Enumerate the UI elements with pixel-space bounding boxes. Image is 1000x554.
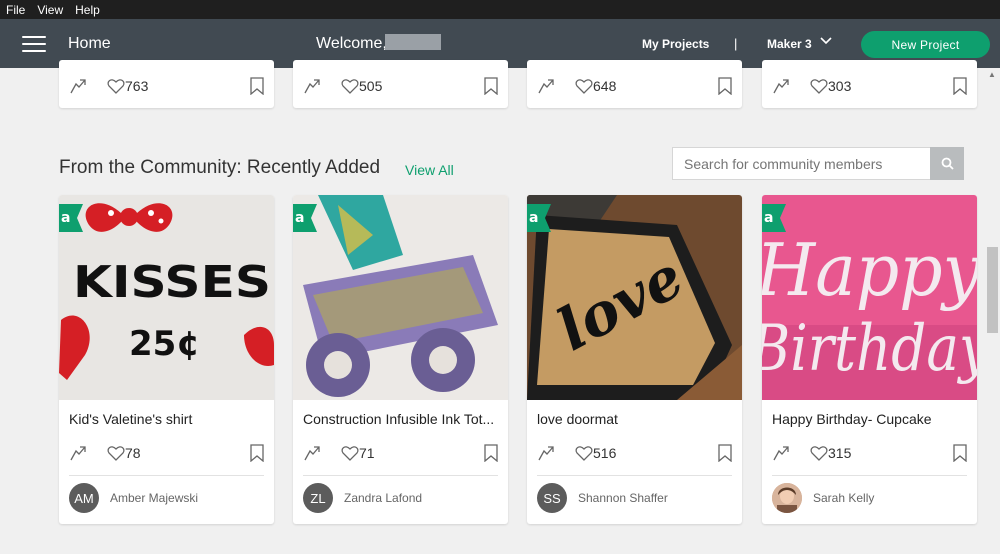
heart-icon[interactable] [810, 445, 828, 461]
redacted-username [385, 34, 441, 50]
card-divider [303, 475, 498, 476]
like-count: 505 [359, 78, 383, 94]
avatar[interactable]: ZL [303, 483, 333, 513]
svg-text:a: a [764, 210, 773, 226]
share-icon[interactable] [303, 78, 321, 94]
maker-badge-icon: a [527, 204, 551, 232]
bookmark-icon[interactable] [953, 77, 967, 95]
bookmark-icon[interactable] [250, 444, 264, 462]
share-icon[interactable] [537, 78, 555, 94]
community-search-input[interactable] [672, 147, 930, 180]
heart-icon[interactable] [341, 445, 359, 461]
bookmark-icon[interactable] [250, 77, 264, 95]
maker-badge-icon: a [59, 204, 83, 232]
profile-photo [772, 483, 802, 513]
menu-help[interactable]: Help [75, 3, 100, 17]
bookmark-icon[interactable] [484, 444, 498, 462]
like-count: 648 [593, 78, 617, 94]
like-count: 763 [125, 78, 149, 94]
machine-selector[interactable]: Maker 3 [767, 37, 812, 51]
view-all-link[interactable]: View All [405, 162, 454, 178]
card-divider [772, 475, 967, 476]
my-projects-link[interactable]: My Projects [642, 37, 709, 51]
card-divider [537, 475, 732, 476]
like-count: 71 [359, 445, 375, 461]
project-image[interactable]: KISSES 25¢ a [59, 195, 274, 400]
avatar[interactable]: AM [69, 483, 99, 513]
welcome-text: Welcome, [316, 35, 387, 52]
svg-text:a: a [529, 210, 538, 226]
community-card[interactable]: a Construction Infusible Ink Tot... 71 Z… [293, 195, 508, 524]
heart-icon[interactable] [575, 78, 593, 94]
avatar[interactable]: SS [537, 483, 567, 513]
maker-badge-icon: a [293, 204, 317, 232]
bookmark-icon[interactable] [484, 77, 498, 95]
image-text-happy: Happy [762, 228, 977, 312]
like-count: 78 [125, 445, 141, 461]
community-card[interactable]: Happy Birthday a Happy Birthday- Cupcake… [762, 195, 977, 524]
share-icon[interactable] [772, 445, 790, 461]
project-title[interactable]: Construction Infusible Ink Tot... [303, 411, 494, 427]
share-icon[interactable] [772, 78, 790, 94]
heart-icon[interactable] [107, 78, 125, 94]
like-count: 303 [828, 78, 852, 94]
avatar[interactable] [772, 483, 802, 513]
scrollbar-thumb[interactable] [987, 247, 998, 333]
header-separator: | [734, 36, 738, 51]
project-title[interactable]: Happy Birthday- Cupcake [772, 411, 932, 427]
image-text-birthday: Birthday [762, 312, 977, 386]
user-name[interactable]: Amber Majewski [110, 491, 198, 505]
user-name[interactable]: Sarah Kelly [813, 491, 874, 505]
scroll-up-arrow-icon[interactable]: ▲ [988, 70, 996, 79]
project-image[interactable]: a [293, 195, 508, 400]
heart-icon[interactable] [107, 445, 125, 461]
chevron-down-icon[interactable] [820, 35, 832, 47]
menu-bar: File View Help [0, 0, 1000, 19]
share-icon[interactable] [69, 445, 87, 461]
user-name[interactable]: Shannon Shaffer [578, 491, 668, 505]
project-title[interactable]: Kid's Valetine's shirt [69, 411, 192, 427]
project-image[interactable]: Happy Birthday a [762, 195, 977, 400]
project-title[interactable]: love doormat [537, 411, 618, 427]
menu-file[interactable]: File [6, 3, 25, 17]
bookmark-icon[interactable] [718, 77, 732, 95]
bookmark-icon[interactable] [953, 444, 967, 462]
user-name[interactable]: Zandra Lafond [344, 491, 422, 505]
section-title: From the Community: Recently Added [59, 157, 381, 178]
share-icon[interactable] [69, 78, 87, 94]
community-card[interactable]: love a love doormat 516 SS Shannon Shaff… [527, 195, 742, 524]
new-project-button[interactable]: New Project [861, 31, 990, 58]
community-card[interactable]: KISSES 25¢ a Kid's Valetine's shirt 78 A… [59, 195, 274, 524]
hamburger-menu-icon[interactable] [22, 36, 46, 52]
heart-icon[interactable] [575, 445, 593, 461]
svg-text:a: a [61, 210, 70, 226]
top-card[interactable]: 303 [762, 60, 977, 108]
like-count: 516 [593, 445, 617, 461]
svg-text:a: a [295, 210, 304, 226]
project-image[interactable]: love a [527, 195, 742, 400]
maker-badge-icon: a [762, 204, 786, 232]
page-title: Home [68, 35, 111, 52]
image-text-kisses: KISSES [73, 257, 271, 308]
top-card[interactable]: 648 [527, 60, 742, 108]
card-divider [69, 475, 264, 476]
top-card[interactable]: 763 [59, 60, 274, 108]
share-icon[interactable] [303, 445, 321, 461]
like-count: 315 [828, 445, 852, 461]
image-text-price: 25¢ [129, 324, 200, 364]
search-icon [941, 157, 954, 170]
search-button[interactable] [930, 147, 964, 180]
heart-icon[interactable] [810, 78, 828, 94]
bookmark-icon[interactable] [718, 444, 732, 462]
top-card[interactable]: 505 [293, 60, 508, 108]
share-icon[interactable] [537, 445, 555, 461]
menu-view[interactable]: View [37, 3, 63, 17]
heart-icon[interactable] [341, 78, 359, 94]
